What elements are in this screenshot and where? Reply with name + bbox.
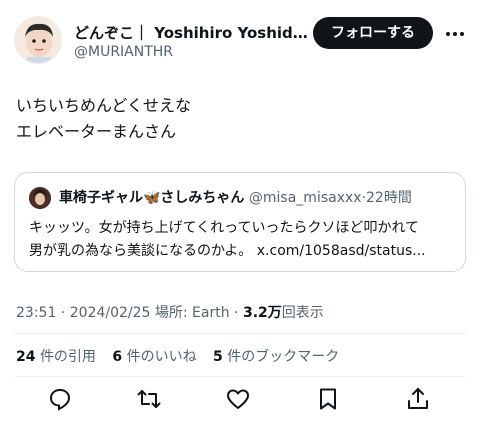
likes-stat[interactable]: 6 件のいいね bbox=[112, 349, 196, 365]
views-label: 回表示 bbox=[281, 305, 324, 321]
author-avatar[interactable] bbox=[14, 16, 62, 64]
follow-button[interactable]: フォローする bbox=[313, 17, 433, 49]
quote-avatar bbox=[29, 187, 51, 209]
quote-author-name: 車椅子ギャル🦋さしみちゃん bbox=[59, 190, 245, 206]
tweet-text-line: エレベーターまんさん bbox=[16, 122, 177, 141]
tweet-date[interactable]: 2024/02/25 bbox=[70, 305, 151, 321]
bookmarks-stat[interactable]: 5 件のブックマーク bbox=[213, 349, 339, 365]
tweet-text: いちいちめんどくせえな エレベーターまんさん bbox=[16, 93, 191, 145]
quoted-tweet[interactable]: 車椅子ギャル🦋さしみちゃん @misa_misaxxx·22時間 キッッツ。女が… bbox=[14, 172, 466, 272]
quote-time: 22時間 bbox=[366, 190, 412, 206]
author-handle[interactable]: @MURIANTHR bbox=[74, 44, 173, 60]
share-icon[interactable] bbox=[405, 386, 431, 412]
more-options-icon[interactable] bbox=[444, 23, 466, 45]
divider bbox=[14, 333, 466, 334]
quote-link[interactable]: x.com/1058asd/status... bbox=[257, 243, 426, 259]
like-icon[interactable] bbox=[225, 386, 251, 412]
tweet-text-line: いちいちめんどくせえな bbox=[16, 96, 192, 115]
quote-text: キッッツ。女が持ち上げてくれっていったらクソほど叩かれて 男が乳の為なら美談にな… bbox=[29, 217, 459, 263]
quotes-stat[interactable]: 24 件の引用 bbox=[16, 349, 96, 365]
tweet-stats: 24 件の引用 6 件のいいね 5 件のブックマーク bbox=[16, 346, 351, 366]
views-count: 3.2万 bbox=[242, 305, 282, 321]
divider bbox=[14, 376, 466, 377]
action-bar bbox=[0, 386, 480, 418]
quote-text-line: 男が乳の為なら美談になるのかよ。 x.com/1058asd/status... bbox=[29, 243, 426, 259]
repost-icon[interactable] bbox=[136, 386, 162, 412]
quote-header: 車椅子ギャル🦋さしみちゃん @misa_misaxxx·22時間 bbox=[59, 190, 412, 206]
quote-text-line: キッッツ。女が持ち上げてくれっていったらクソほど叩かれて bbox=[29, 220, 420, 236]
tweet-meta: 23:51 · 2024/02/25 場所: Earth · 3.2万回表示 bbox=[16, 305, 324, 321]
reply-icon[interactable] bbox=[47, 386, 73, 412]
tweet-time[interactable]: 23:51 bbox=[16, 305, 56, 321]
bookmark-icon[interactable] bbox=[315, 386, 341, 412]
quote-author-handle: @misa_misaxxx bbox=[248, 190, 362, 206]
tweet-header: どんぞこ｜ Yoshihiro Yoshida... @MURIANTHR フォ… bbox=[14, 14, 466, 70]
tweet-location: 場所: Earth bbox=[154, 305, 230, 321]
author-name[interactable]: どんぞこ｜ Yoshihiro Yoshida... bbox=[74, 22, 314, 43]
